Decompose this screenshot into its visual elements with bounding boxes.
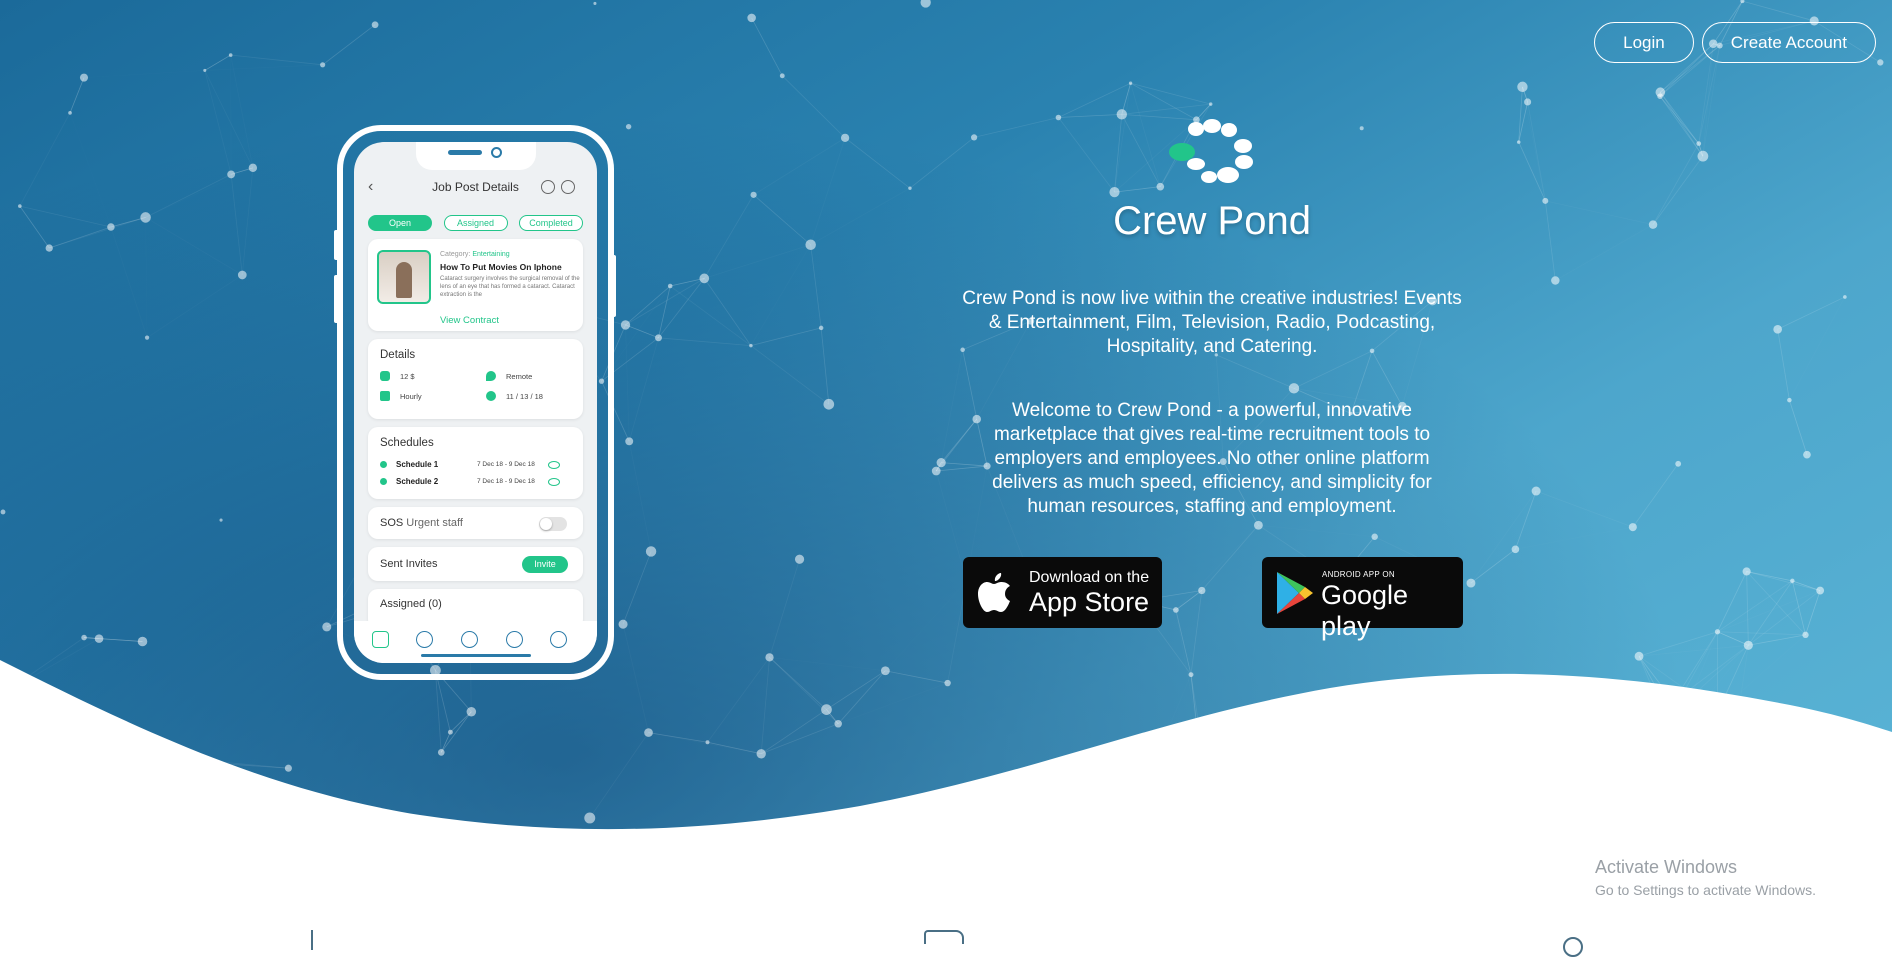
sent-invites-label: Sent Invites	[380, 558, 437, 570]
clock-icon	[486, 391, 496, 401]
sos-card: SOS Urgent staff	[368, 507, 583, 539]
rate-value: 12 $	[400, 372, 415, 381]
play-small-text: ANDROID APP ON	[1322, 570, 1395, 579]
brand-name: Crew Pond	[1012, 199, 1412, 244]
invites-card: Sent Invites Invite	[368, 547, 583, 581]
google-play-button[interactable]: ANDROID APP ON Google play	[1262, 557, 1463, 628]
type-value: Hourly	[400, 392, 422, 401]
feature-icon	[924, 930, 964, 944]
schedule-name: Schedule 2	[396, 477, 438, 486]
schedules-title: Schedules	[380, 437, 434, 449]
watermark-title: Activate Windows	[1595, 857, 1816, 878]
profile-tab-icon	[550, 631, 567, 648]
tab-assigned: Assigned	[444, 215, 508, 231]
network-tab-icon	[506, 631, 523, 648]
details-card: Details 12 $ Remote Hourly 11 / 13 / 18	[368, 339, 583, 419]
hourglass-icon	[380, 391, 390, 401]
sos-subtitle: Urgent staff	[406, 517, 463, 529]
phone-notch	[416, 142, 536, 170]
activate-windows-watermark: Activate Windows Go to Settings to activ…	[1595, 857, 1816, 898]
sos-toggle	[539, 517, 567, 531]
home-indicator	[421, 654, 531, 657]
schedule-dot-icon	[380, 478, 387, 485]
hero-welcome: Welcome to Crew Pond - a powerful, innov…	[962, 399, 1462, 519]
category-value: Entertaining	[472, 251, 509, 258]
schedule-dates: 7 Dec 18 - 9 Dec 18	[477, 461, 535, 468]
edit-icon	[541, 180, 555, 194]
login-button[interactable]: Login	[1594, 22, 1694, 63]
job-title: How To Put Movies On Iphone	[440, 262, 562, 272]
eye-icon	[548, 461, 560, 469]
schedule-dot-icon	[380, 461, 387, 468]
compass-tab-icon	[461, 631, 478, 648]
camera-icon	[491, 147, 502, 158]
location-pin-icon	[486, 371, 496, 381]
top-nav: Login Create Account	[1594, 22, 1876, 63]
sos-title: SOS	[380, 517, 403, 529]
sos-label: SOS Urgent staff	[380, 517, 463, 529]
create-account-button[interactable]: Create Account	[1702, 22, 1876, 63]
tab-open: Open	[368, 215, 432, 231]
watermark-subtitle: Go to Settings to activate Windows.	[1595, 882, 1816, 898]
view-contract-link: View Contract	[440, 315, 499, 326]
details-title: Details	[380, 349, 415, 361]
phone-tab-bar	[354, 621, 597, 663]
screen-header: ‹ Job Post Details	[354, 174, 597, 204]
crew-pond-logo	[1160, 116, 1264, 196]
google-play-icon	[1275, 570, 1315, 616]
location-value: Remote	[506, 372, 532, 381]
apple-icon	[977, 571, 1017, 615]
jobs-tab-icon	[372, 631, 389, 648]
job-thumbnail	[377, 250, 431, 304]
schedule-dates: 7 Dec 18 - 9 Dec 18	[477, 478, 535, 485]
appstore-small-text: Download on the	[1029, 569, 1149, 587]
phone-screen: ‹ Job Post Details Open Assigned Complet…	[354, 142, 597, 663]
appstore-big-text: App Store	[1029, 587, 1149, 618]
status-tabs: Open Assigned Completed	[368, 215, 583, 231]
play-big-text: Google play	[1321, 580, 1463, 642]
speaker-icon	[448, 150, 482, 155]
job-card: Category: Entertaining How To Put Movies…	[368, 239, 583, 331]
hero-tagline: Crew Pond is now live within the creativ…	[962, 287, 1462, 359]
invite-button: Invite	[522, 556, 568, 573]
job-category: Category: Entertaining	[440, 251, 510, 258]
hero-section	[0, 0, 1892, 945]
app-store-button[interactable]: Download on the App Store	[963, 557, 1162, 628]
assigned-label: Assigned (0)	[380, 598, 442, 610]
feature-icon	[1563, 937, 1583, 957]
schedules-card: Schedules Schedule 1 7 Dec 18 - 9 Dec 18…	[368, 427, 583, 499]
date-value: 11 / 13 / 18	[506, 392, 543, 401]
category-label: Category:	[440, 251, 470, 258]
feature-icon	[311, 930, 313, 950]
messages-tab-icon	[416, 631, 433, 648]
money-icon	[380, 371, 390, 381]
chat-icon	[561, 180, 575, 194]
wave-divider	[0, 0, 1892, 945]
phone-mockup: ‹ Job Post Details Open Assigned Complet…	[337, 125, 614, 680]
schedule-name: Schedule 1	[396, 460, 438, 469]
eye-icon	[548, 478, 560, 486]
job-description: Cataract surgery involves the surgical r…	[440, 275, 580, 299]
tab-completed: Completed	[519, 215, 583, 231]
